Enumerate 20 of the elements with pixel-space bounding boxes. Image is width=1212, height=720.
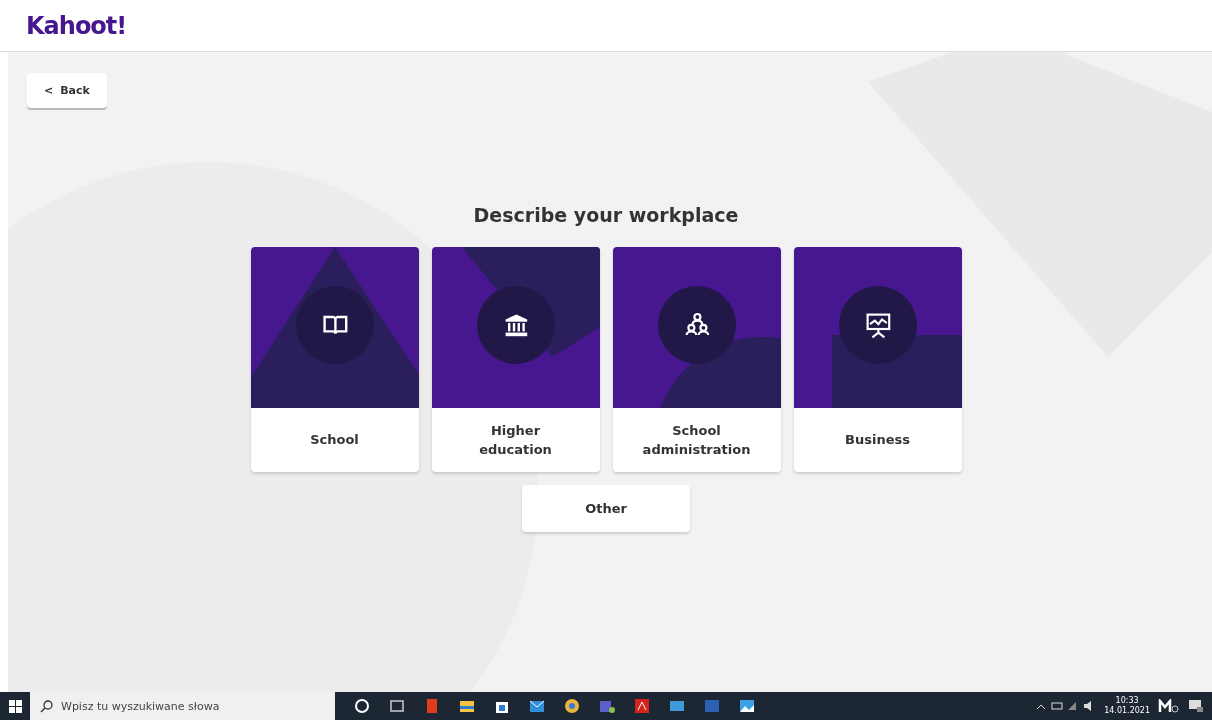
clock-date: 14.01.2021 xyxy=(1104,706,1150,717)
taskbar-search-field[interactable]: Wpisz tu wyszukiwane słowa xyxy=(30,692,335,720)
workplace-option-card[interactable]: Business xyxy=(793,247,962,472)
cortana-icon[interactable] xyxy=(352,696,372,716)
search-icon xyxy=(40,699,53,713)
bank-icon xyxy=(505,314,527,337)
windows-start-icon[interactable] xyxy=(8,699,22,713)
people-icon xyxy=(685,312,709,336)
book-icon xyxy=(322,315,347,335)
clock-time: 10:33 xyxy=(1115,695,1139,706)
workplace-option-card[interactable]: School administration xyxy=(612,247,781,472)
workplace-option-card[interactable]: School xyxy=(250,247,419,472)
pdf-icon[interactable] xyxy=(632,696,652,716)
logo: Kahoot! xyxy=(26,11,127,40)
page-title: Describe your workplace xyxy=(473,204,740,226)
presentation-icon xyxy=(866,313,890,339)
other-button[interactable]: Other xyxy=(522,485,690,532)
back-button[interactable]: < Back xyxy=(27,73,107,108)
app-tray-icon[interactable] xyxy=(1158,699,1180,713)
workplace-option-card[interactable]: Higher education xyxy=(431,247,600,472)
